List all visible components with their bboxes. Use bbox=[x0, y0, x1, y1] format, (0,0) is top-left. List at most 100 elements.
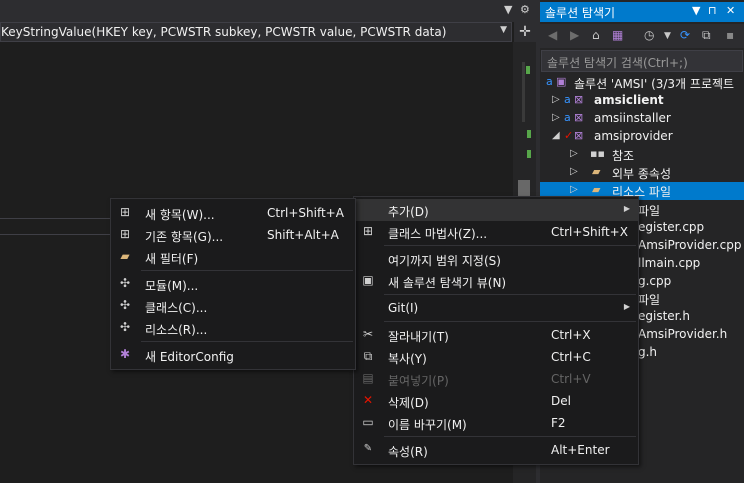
delete-icon: ✕ bbox=[362, 393, 374, 407]
menu-item-new-filter[interactable]: ▰ 새 필터(F) bbox=[111, 246, 355, 268]
menu-item-existing-item[interactable]: ⊞ 기존 항목(G)... Shift+Alt+A bbox=[111, 224, 355, 246]
tree-item-label: 외부 종속성 bbox=[612, 167, 672, 181]
menu-item-git[interactable]: Git(I) ▶ bbox=[354, 297, 638, 319]
expand-icon[interactable]: ▷ bbox=[552, 112, 560, 123]
back-icon[interactable]: ◀ bbox=[548, 28, 557, 42]
menu-item-label: 새 필터(F) bbox=[145, 252, 199, 266]
tree-item-label: amsiprovider bbox=[594, 129, 673, 143]
menu-item-new-editorconfig[interactable]: ✱ 새 EditorConfig bbox=[111, 344, 355, 366]
window-menu-icon[interactable]: ▼ bbox=[692, 4, 700, 17]
menu-item-label: 잘라내기(T) bbox=[388, 330, 449, 344]
menu-separator bbox=[141, 341, 353, 342]
solution-search-input[interactable]: 솔루션 탐색기 검색(Ctrl+;) bbox=[541, 50, 743, 72]
submenu-arrow-icon: ▶ bbox=[623, 204, 630, 213]
existing-item-icon: ⊞ bbox=[119, 227, 131, 241]
menu-item-module[interactable]: ✣ 모듈(M)... bbox=[111, 273, 355, 295]
menu-item-rename[interactable]: ▭ 이름 바꾸기(M) F2 bbox=[354, 412, 638, 434]
tree-item-label: egister.h bbox=[638, 309, 690, 323]
tree-item-label: 솔루션 'AMSI' (3/3개 프로젝트 bbox=[574, 77, 735, 91]
tree-item-label: egister.cpp bbox=[638, 220, 705, 234]
tree-item-label: amsiclient bbox=[594, 93, 664, 107]
more-icon[interactable]: ▪ bbox=[726, 28, 734, 42]
gear-icon[interactable]: ⚙ bbox=[520, 3, 530, 16]
tree-item-label: 참조 bbox=[612, 149, 635, 163]
tree-item-project[interactable]: ▷ a ⊠ amsiinstaller bbox=[540, 110, 744, 128]
copy-icon: ⧉ bbox=[363, 349, 373, 363]
lock-icon: a bbox=[546, 75, 553, 88]
chevron-down-icon[interactable]: ▼ bbox=[664, 31, 671, 41]
editor-guide-line bbox=[0, 234, 112, 235]
folder-icon: ▰ bbox=[592, 165, 601, 178]
tab-dropdown-icon[interactable]: ▼ bbox=[504, 3, 512, 16]
menu-item-class[interactable]: ✣ 클래스(C)... bbox=[111, 295, 355, 317]
wrench-icon: ✎ bbox=[363, 443, 373, 454]
member-navigation-dropdown[interactable]: KeyStringValue(HKEY key, PCWSTR subkey, … bbox=[0, 22, 512, 42]
editorconfig-icon: ✱ bbox=[119, 347, 131, 361]
menu-item-label: 삭제(D) bbox=[388, 396, 429, 410]
tree-item-project[interactable]: ▷ a ⊠ amsiclient bbox=[540, 92, 744, 110]
tree-item-label: AmsiProvider.h bbox=[638, 327, 728, 341]
menu-item-label: 기존 항목(G)... bbox=[145, 230, 224, 244]
expand-icon[interactable]: ▷ bbox=[552, 94, 560, 105]
menu-item-label: 리소스(R)... bbox=[145, 323, 208, 337]
menu-item-label: 모듈(M)... bbox=[145, 279, 199, 293]
forward-icon[interactable]: ▶ bbox=[570, 28, 579, 42]
split-editor-icon[interactable]: ✛ bbox=[514, 22, 536, 42]
menu-item-resource[interactable]: ✣ 리소스(R)... bbox=[111, 317, 355, 339]
menu-item-label: 새 EditorConfig bbox=[145, 350, 234, 364]
menu-item-label: 새 솔루션 탐색기 뷰(N) bbox=[388, 276, 507, 290]
menu-separator bbox=[384, 321, 636, 322]
tree-item-label: amsiinstaller bbox=[594, 111, 671, 125]
cpp-project-icon: ⊠ bbox=[574, 129, 584, 142]
solution-explorer-toolbar: ◀ ▶ ⌂ ▦ ◷ ▼ ⟳ ⧉ ▪ bbox=[540, 24, 744, 48]
tree-item-solution[interactable]: a ▣ 솔루션 'AMSI' (3/3개 프로젝트 bbox=[540, 74, 744, 92]
menu-item-delete[interactable]: ✕ 삭제(D) Del bbox=[354, 390, 638, 412]
expand-icon[interactable]: ▷ bbox=[570, 166, 578, 177]
tree-item-label: 파일 bbox=[638, 293, 661, 307]
menu-item-new-item[interactable]: ⊞ 새 항목(W)... Ctrl+Shift+A bbox=[111, 202, 355, 224]
menu-item-copy[interactable]: ⧉ 복사(Y) Ctrl+C bbox=[354, 346, 638, 368]
tree-item-label: g.h bbox=[638, 345, 658, 359]
menu-item-add[interactable]: 추가(D) ▶ bbox=[354, 199, 638, 221]
home-icon[interactable]: ⌂ bbox=[592, 28, 600, 42]
editor-guide-line bbox=[0, 218, 112, 219]
new-item-icon: ⊞ bbox=[119, 205, 131, 219]
close-icon[interactable]: ✕ bbox=[726, 4, 735, 17]
menu-item-label: 복사(Y) bbox=[388, 352, 427, 366]
context-menu: 추가(D) ▶ ⊞ 클래스 마법사(Z)... Ctrl+Shift+X 여기까… bbox=[353, 196, 639, 465]
module-icon: ✣ bbox=[119, 276, 131, 290]
menu-item-properties[interactable]: ✎ 속성(R) Alt+Enter bbox=[354, 439, 638, 461]
change-marker bbox=[527, 130, 531, 138]
cpp-project-icon: ⊠ bbox=[574, 93, 584, 106]
menu-item-label: 이름 바꾸기(M) bbox=[388, 418, 467, 432]
expand-icon[interactable]: ▷ bbox=[570, 184, 578, 195]
collapse-icon[interactable]: ◢ bbox=[552, 130, 560, 141]
solution-icon: ▣ bbox=[556, 75, 567, 88]
menu-item-label: Git(I) bbox=[388, 301, 419, 315]
tree-item-external-dependencies[interactable]: ▷ ▰ 외부 종속성 bbox=[540, 164, 744, 182]
resource-icon: ✣ bbox=[119, 320, 131, 334]
expand-icon[interactable]: ▷ bbox=[570, 148, 578, 159]
switch-views-icon[interactable]: ▦ bbox=[612, 28, 623, 42]
collapse-all-icon[interactable]: ⧉ bbox=[702, 28, 711, 43]
menu-item-scope-to-this[interactable]: 여기까지 범위 지정(S) bbox=[354, 248, 638, 270]
change-marker bbox=[526, 66, 530, 74]
menu-item-shortcut: Ctrl+Shift+X bbox=[551, 225, 628, 239]
tree-item-references[interactable]: ▷ ▪▪ 참조 bbox=[540, 146, 744, 164]
cpp-project-icon: ⊠ bbox=[574, 111, 584, 124]
menu-item-label: 새 항목(W)... bbox=[145, 208, 215, 222]
history-icon[interactable]: ◷ bbox=[644, 28, 654, 42]
menu-item-shortcut: Del bbox=[551, 394, 571, 408]
menu-item-cut[interactable]: ✂ 잘라내기(T) Ctrl+X bbox=[354, 324, 638, 346]
menu-separator bbox=[384, 436, 636, 437]
menu-item-shortcut: Ctrl+Shift+A bbox=[267, 206, 344, 220]
tree-item-project[interactable]: ◢ ✓ ⊠ amsiprovider bbox=[540, 128, 744, 146]
menu-item-new-explorer-view[interactable]: ▣ 새 솔루션 탐색기 뷰(N) bbox=[354, 270, 638, 292]
menu-separator bbox=[141, 270, 353, 271]
pin-icon[interactable]: ⊓ bbox=[708, 4, 717, 17]
lock-icon: a bbox=[564, 93, 571, 106]
sync-icon[interactable]: ⟳ bbox=[680, 28, 690, 42]
add-submenu: ⊞ 새 항목(W)... Ctrl+Shift+A ⊞ 기존 항목(G)... … bbox=[110, 198, 356, 370]
menu-separator bbox=[384, 294, 636, 295]
menu-item-class-wizard[interactable]: ⊞ 클래스 마법사(Z)... Ctrl+Shift+X bbox=[354, 221, 638, 243]
